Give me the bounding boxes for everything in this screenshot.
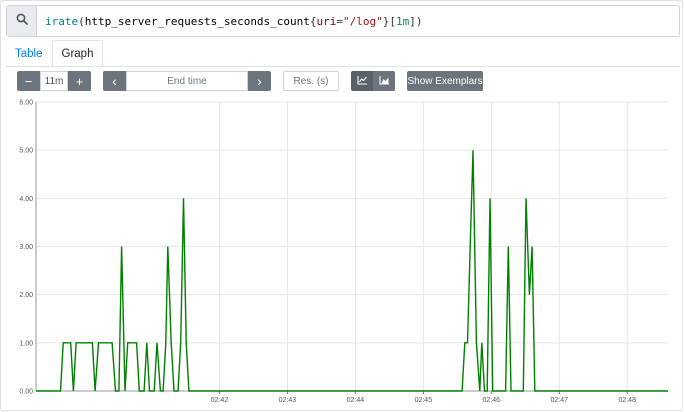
y-tick-label: 6.00 [19, 100, 33, 107]
decrease-range-button[interactable]: − [17, 71, 40, 91]
tab-divider [6, 66, 680, 67]
query-bracket-close: ] [409, 14, 416, 28]
show-exemplars-button[interactable]: Show Exemplars [407, 71, 483, 91]
y-tick-label: 4.00 [19, 196, 33, 203]
range-input[interactable]: 11m [40, 71, 68, 91]
y-tick-label: 5.00 [19, 148, 33, 155]
y-tick-label: 3.00 [19, 244, 33, 251]
y-tick-label: 0.00 [19, 389, 33, 396]
y-tick-label: 1.00 [19, 340, 33, 347]
stacked-mode-button[interactable] [373, 71, 395, 91]
query-paren-close: ) [415, 14, 423, 28]
query-equals: = [336, 14, 344, 28]
graph-chart[interactable]: 0.001.002.003.004.005.006.00 02:42 02:43 0… [0, 96, 684, 412]
expression-input[interactable]: irate(http_server_requests_seconds_count… [6, 5, 680, 37]
query-label-value: "/log" [343, 14, 383, 28]
tab-graph[interactable]: Graph [51, 40, 104, 67]
query-bracket-open: [ [389, 14, 397, 28]
x-tick-label: 02:46 [483, 397, 501, 404]
x-axis-ticks: 02:42 02:43 02:44 02:45 02:46 02:47 02:48 [211, 391, 636, 404]
view-tabs: Table Graph [6, 40, 104, 67]
end-time-input[interactable]: End time [126, 71, 248, 91]
query-paren-open: ( [78, 14, 85, 28]
x-tick-label: 02:45 [415, 397, 433, 404]
resolution-input[interactable]: Res. (s) [283, 71, 339, 91]
query-brace-open: { [309, 14, 317, 28]
x-tick-label: 02:44 [347, 397, 365, 404]
query-brace-close: } [382, 14, 390, 28]
prev-time-button[interactable]: ‹ [103, 71, 126, 91]
x-tick-label: 02:48 [618, 397, 636, 404]
y-axis-ticks: 0.00 1.00 2.00 3.00 4.00 5.00 6.00 [19, 100, 33, 396]
line-mode-button[interactable] [351, 71, 373, 91]
y-tick-label: 2.00 [19, 292, 33, 299]
series-line-0[interactable] [36, 150, 668, 392]
query-metric: http_server_requests_seconds_count [84, 14, 310, 28]
grid-lines [36, 101, 668, 392]
query-range: 1m [396, 14, 410, 28]
line-chart-icon [356, 75, 368, 88]
increase-range-button[interactable]: + [68, 71, 91, 91]
x-tick-label: 02:43 [279, 397, 297, 404]
query-function: irate [45, 14, 79, 28]
search-button[interactable] [7, 6, 37, 36]
expression-text[interactable]: irate(http_server_requests_seconds_count… [37, 6, 423, 36]
area-chart-icon [378, 75, 390, 88]
query-label-name: uri [316, 14, 337, 28]
x-tick-label: 02:47 [551, 397, 569, 404]
graph-controls: − 11m + ‹ End time › Res. (s) Show Exemp… [0, 71, 684, 93]
series-layer [36, 150, 668, 392]
x-tick-label: 02:42 [211, 397, 229, 404]
tab-table[interactable]: Table [6, 40, 52, 67]
next-time-button[interactable]: › [248, 71, 271, 91]
search-icon [16, 12, 28, 30]
